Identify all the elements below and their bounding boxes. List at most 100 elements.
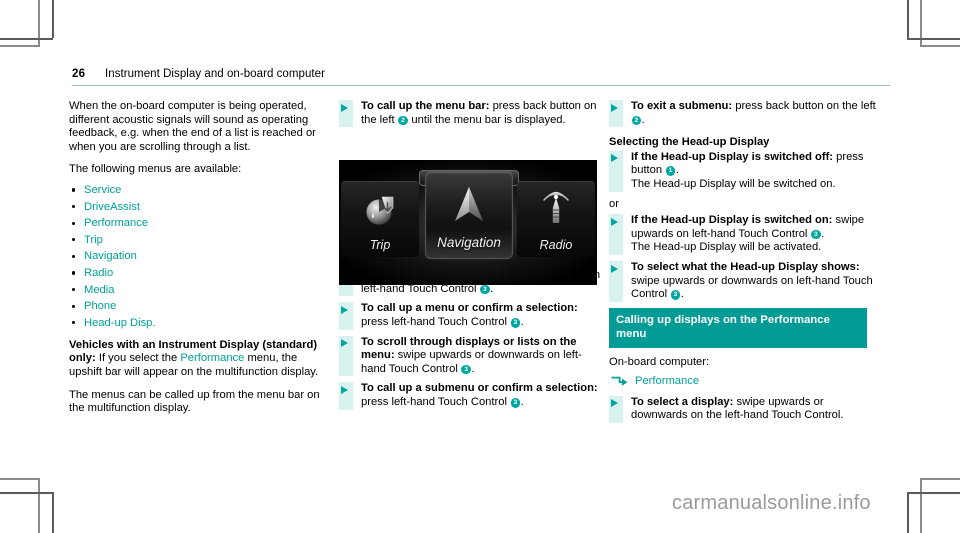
list-item[interactable]: Navigation [69, 249, 327, 263]
action-select-hud-shows: To select what the Head-up Display shows… [609, 260, 881, 302]
menu-link-service[interactable]: Service [84, 184, 121, 196]
action-call-up-menu-bar: To call up the menu bar: press back butt… [339, 100, 601, 128]
action-scroll-displays: To scroll through displays or lists on t… [339, 335, 601, 377]
menu-link-trip[interactable]: Trip [84, 234, 103, 246]
action-hud-switched-off: If the Head-up Display is switched off: … [609, 150, 881, 192]
menu-link-radio[interactable]: Radio [84, 267, 113, 279]
action-text-after: . [675, 164, 679, 177]
action-bold-lead: To select a display: [631, 395, 734, 408]
action-text-before: press left-hand Touch Control [361, 395, 511, 408]
crop-mark-bottom-left-v2 [52, 492, 54, 533]
menu-list: Service DriveAssist Performance Trip Nav… [69, 183, 327, 330]
action-text-before: press left-hand Touch Control [361, 315, 511, 328]
action-text: To select what the Head-up Display shows… [631, 261, 881, 302]
list-item[interactable]: Radio [69, 266, 327, 280]
crop-mark-top-right-v [907, 0, 909, 38]
menu-link-headup-disp[interactable]: Head-up Disp. [84, 317, 156, 329]
menu-tile-trip[interactable]: Trip [341, 181, 419, 257]
menu-path-label[interactable]: Performance [635, 375, 699, 389]
callout-badge-3: 3 [480, 284, 490, 295]
menu-link-performance[interactable]: Performance [84, 217, 148, 229]
list-item[interactable]: Media [69, 283, 327, 297]
action-select-a-display: To select a display: swipe upwards or do… [609, 395, 881, 423]
action-arrow-icon [609, 150, 623, 192]
section-title-bar: Calling up displays on the Performance m… [609, 307, 867, 348]
column-right: To exit a submenu: press back button on … [609, 100, 881, 429]
action-followup: The Head-up Display will be activated. [631, 241, 822, 254]
onboard-computer-lead: On-board computer: [609, 355, 710, 368]
instrument-display-figure: HEAD-UP DISPLAY [339, 160, 597, 285]
callout-badge-3: 3 [510, 317, 521, 328]
list-item[interactable]: Head-up Disp. [69, 316, 327, 330]
action-text: To call up the menu bar: press back butt… [361, 100, 601, 127]
action-text-before: press back button on the left [732, 100, 876, 112]
action-text-before: swipe upwards or downwards on left-hand … [631, 274, 873, 301]
callout-badge-3: 3 [670, 290, 681, 300]
navigation-arrow-icon [455, 187, 483, 221]
action-text-after: . [520, 315, 524, 328]
list-item[interactable]: Trip [69, 233, 327, 247]
action-text: To select a display: swipe upwards or do… [631, 396, 881, 423]
callout-badge-2: 2 [398, 115, 408, 126]
action-text-after: . [821, 227, 825, 240]
note-link-performance[interactable]: Performance [180, 352, 244, 364]
menu-path[interactable]: Performance [611, 375, 881, 389]
list-item[interactable]: Service [69, 183, 327, 197]
callout-badge-2: 2 [631, 115, 642, 126]
list-item[interactable]: Performance [69, 216, 327, 230]
action-bold-lead: To call up a submenu or confirm a select… [361, 382, 598, 395]
menu-link-navigation[interactable]: Navigation [84, 250, 137, 262]
menus-lead: The following menus are available: [69, 163, 242, 176]
crop-mark-bottom-right-h2 [907, 492, 960, 494]
action-arrow-icon [339, 335, 353, 377]
menu-tile-radio[interactable]: Radio [517, 181, 595, 257]
closing-paragraph: The menus can be called up from the menu… [69, 388, 320, 415]
action-text: If the Head-up Display is switched on: s… [631, 214, 881, 255]
menu-link-phone[interactable]: Phone [84, 300, 116, 312]
action-text: If the Head-up Display is switched off: … [631, 151, 881, 192]
action-arrow-icon [339, 382, 353, 410]
action-arrow-icon [609, 395, 623, 423]
action-text: To exit a submenu: press back button on … [631, 100, 881, 127]
menu-tile-label: Trip [369, 238, 391, 252]
subheading-selecting-hud: Selecting the Head-up Display [609, 136, 770, 149]
column-left: When the on-board computer is being oper… [69, 100, 327, 425]
menu-tile-navigation[interactable]: Navigation [425, 171, 513, 259]
crop-mark-top-left-v2 [52, 0, 54, 38]
action-text-after: . [471, 362, 475, 375]
menu-tile-label: Radio [539, 238, 573, 252]
action-arrow-icon [609, 100, 623, 128]
action-bold-lead: If the Head-up Display is switched off: [631, 150, 834, 163]
or-separator: or [609, 197, 619, 210]
site-watermark: carmanualsonline.info [672, 492, 871, 514]
crop-mark-top-left-h2 [0, 45, 40, 47]
action-bold-lead: If the Head-up Display is switched on: [631, 214, 833, 227]
intro-paragraph: When the on-board computer is being oper… [69, 100, 316, 153]
callout-badge-1: 1 [665, 166, 676, 176]
action-bold-lead: To select what the Head-up Display shows… [631, 260, 860, 273]
standard-vehicles-note: Vehicles with an Instrument Display (sta… [69, 339, 327, 380]
list-item[interactable]: DriveAssist [69, 200, 327, 214]
crop-mark-top-right-h2 [920, 45, 960, 47]
crop-mark-top-left-h [0, 38, 53, 40]
header-rule [72, 85, 890, 87]
callout-badge-3: 3 [461, 364, 472, 375]
action-text-after: . [641, 113, 645, 126]
callout-badge-3: 3 [510, 397, 521, 408]
crop-mark-bottom-right-v [920, 478, 922, 533]
crop-mark-bottom-right-h [920, 478, 960, 480]
action-text: To call up a submenu or confirm a select… [361, 382, 601, 409]
menu-link-media[interactable]: Media [84, 284, 114, 296]
action-hud-switched-on: If the Head-up Display is switched on: s… [609, 214, 881, 255]
list-item[interactable]: Phone [69, 299, 327, 313]
menu-link-driveassist[interactable]: DriveAssist [84, 201, 140, 213]
page-number: 26 [72, 68, 86, 80]
action-text: To scroll through displays or lists on t… [361, 336, 601, 377]
action-arrow-icon [339, 302, 353, 330]
action-arrow-icon [609, 260, 623, 302]
note-text-a: If you select the [95, 352, 181, 365]
action-followup: The Head-up Display will be switched on. [631, 177, 836, 190]
action-call-up-menu-confirm: To call up a menu or confirm a selection… [339, 302, 601, 330]
crop-mark-bottom-left-h2 [0, 492, 53, 494]
callout-badge-3: 3 [811, 229, 821, 240]
